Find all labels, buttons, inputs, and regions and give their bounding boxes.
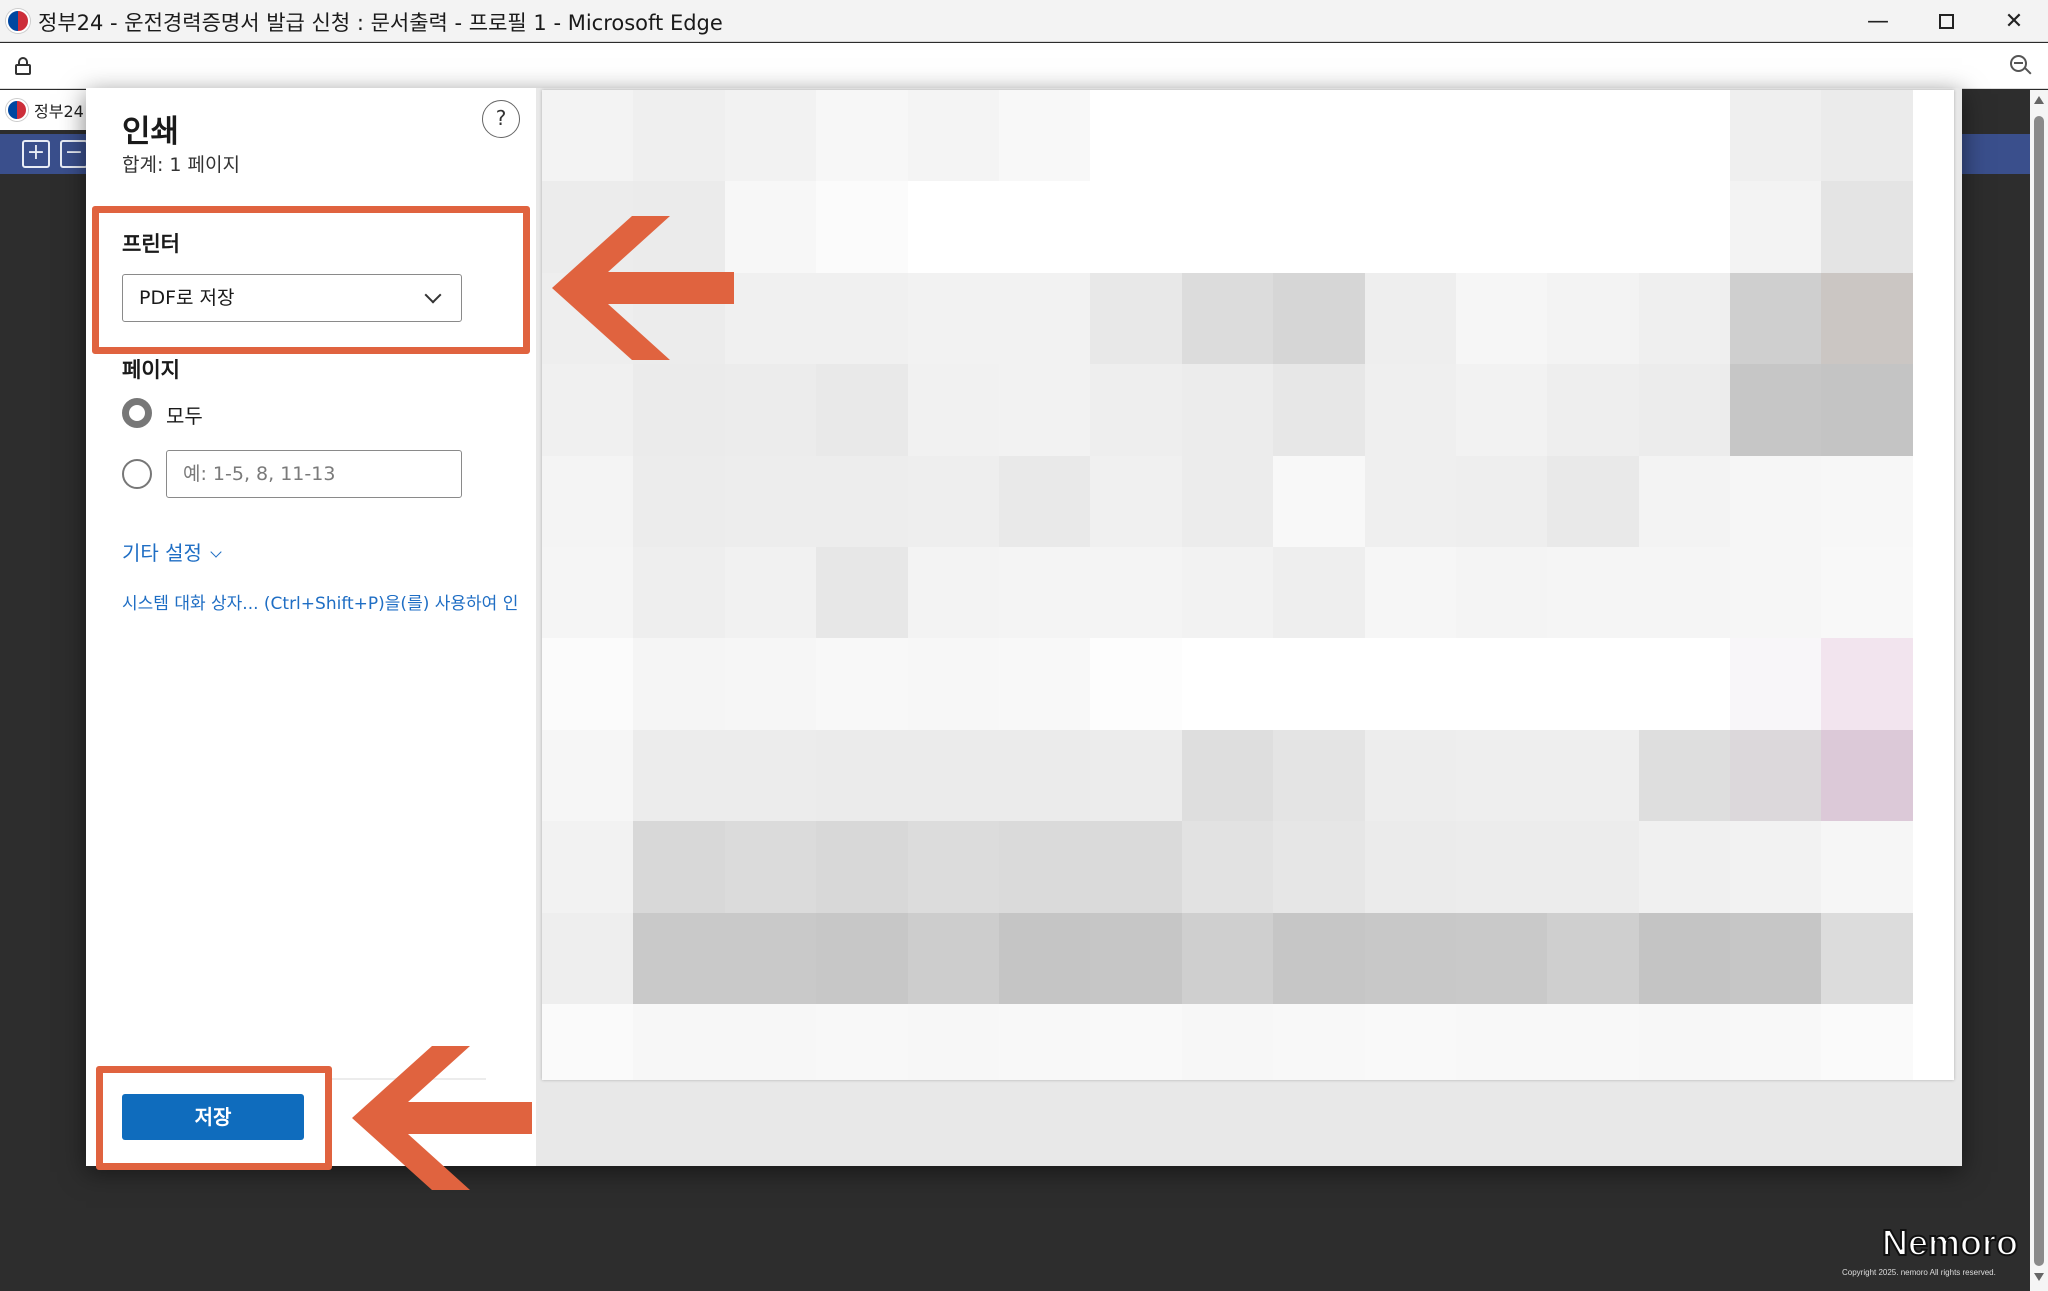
- pixelated-document-preview: [542, 90, 1913, 1080]
- print-page-total: 합계: 1 페이지: [122, 154, 240, 176]
- minimize-button[interactable]: —: [1844, 0, 1912, 42]
- help-button[interactable]: ?: [482, 100, 520, 138]
- scroll-down-icon[interactable]: [2034, 1273, 2044, 1281]
- system-dialog-link[interactable]: 시스템 대화 상자... (Ctrl+Shift+P)을(를) 사용하여 인: [122, 589, 536, 614]
- close-button[interactable]: ✕: [1980, 0, 2048, 42]
- maximize-icon: [1938, 13, 1954, 29]
- printer-highlight-box: [92, 206, 530, 354]
- page-scrollbar[interactable]: [2030, 90, 2048, 1291]
- zoom-out-icon[interactable]: [2010, 55, 2032, 77]
- pages-all-radio[interactable]: [122, 398, 152, 428]
- print-preview-page: [542, 90, 1954, 1080]
- more-settings-link[interactable]: 기타 설정: [122, 537, 222, 566]
- minimize-icon: —: [1867, 8, 1889, 34]
- lock-icon[interactable]: [14, 57, 32, 75]
- zoom-out-square-icon[interactable]: −: [60, 140, 88, 168]
- print-title: 인쇄: [122, 114, 180, 150]
- gov24-logo-icon: [6, 9, 30, 33]
- window-titlebar: 정부24 - 운전경력증명서 발급 신청 : 문서출력 - 프로필 1 - Mi…: [0, 0, 2048, 42]
- scroll-thumb[interactable]: [2034, 116, 2044, 1266]
- page-tab-label: 정부24: [34, 102, 84, 121]
- close-icon: ✕: [2004, 8, 2024, 34]
- pages-all-label: 모두: [166, 404, 203, 428]
- arrow-to-printer-icon: [552, 216, 734, 360]
- arrow-to-save-icon: [352, 1046, 532, 1190]
- chevron-down-small-icon: [210, 546, 222, 558]
- pages-label: 페이지: [122, 358, 180, 382]
- gov24-small-logo-icon: [6, 99, 28, 121]
- nemoro-copyright: Copyright 2025. nemoro All rights reserv…: [1842, 1268, 1996, 1277]
- maximize-button[interactable]: [1912, 0, 1980, 42]
- save-highlight-box: [96, 1066, 332, 1170]
- scroll-up-icon[interactable]: [2034, 96, 2044, 104]
- page-site-tab: 정부24: [0, 90, 90, 130]
- window-title: 정부24 - 운전경력증명서 발급 신청 : 문서출력 - 프로필 1 - Mi…: [38, 11, 723, 35]
- nemoro-watermark: Nemoro: [1881, 1221, 2019, 1264]
- more-settings-label: 기타 설정: [122, 541, 202, 565]
- pages-range-input[interactable]: [166, 450, 462, 498]
- pages-range-radio[interactable]: [122, 459, 152, 489]
- zoom-in-square-icon[interactable]: +: [22, 140, 50, 168]
- address-bar: [0, 43, 2048, 89]
